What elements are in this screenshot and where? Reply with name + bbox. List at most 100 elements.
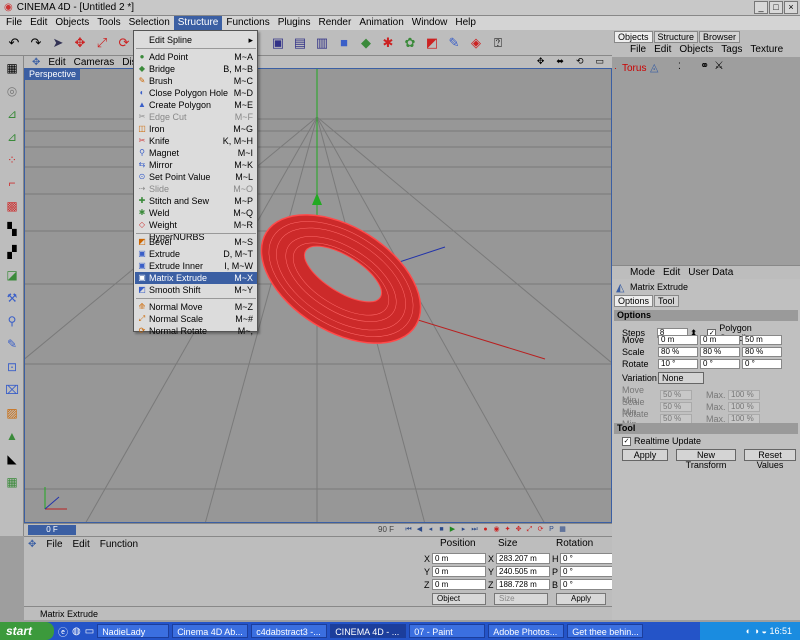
menu-functions[interactable]: Functions <box>222 16 273 30</box>
close-button[interactable]: × <box>784 1 798 14</box>
menu-item-mirror[interactable]: ⇆ Mirror M~K <box>135 159 257 171</box>
iron-tool-icon[interactable]: ⌧ <box>1 379 23 401</box>
menu-item-edit-spline[interactable]: Edit Spline ▸ <box>135 34 257 46</box>
move-x-field[interactable]: 0 m <box>658 335 698 345</box>
taskbar-item-5[interactable]: Adobe Photos... <box>488 624 565 638</box>
material-menu-edit[interactable]: Edit <box>73 539 90 550</box>
move-z-field[interactable]: 50 m <box>742 335 782 345</box>
phong-tag-icon[interactable]: ⚭ <box>700 59 709 72</box>
play-icon[interactable]: ▶ <box>448 525 457 534</box>
position-z-field[interactable]: 0 m <box>432 579 486 590</box>
menu-help[interactable]: Help <box>451 16 480 30</box>
move-y-field[interactable]: 0 m <box>700 335 740 345</box>
brush-tool-icon[interactable]: ✎ <box>1 333 23 355</box>
snap-icon[interactable]: ⊡ <box>1 356 23 378</box>
menu-item-set-point-value[interactable]: ⊙ Set Point Value M~L <box>135 171 257 183</box>
points-mode-icon[interactable]: ⁘ <box>1 149 23 171</box>
object-menu-texture[interactable]: Texture <box>750 43 783 57</box>
autokey-icon[interactable]: ◉ <box>492 525 501 534</box>
render-view-icon[interactable]: ▤ <box>290 33 310 53</box>
quicklaunch-media-icon[interactable]: ◍ <box>72 626 81 637</box>
checker2-icon[interactable]: ▞ <box>1 241 23 263</box>
tab-browser[interactable]: Browser <box>699 31 741 43</box>
minimize-button[interactable]: _ <box>754 1 768 14</box>
rotation-key-icon[interactable]: ⟳ <box>536 525 545 534</box>
redo-icon[interactable]: ↷ <box>26 33 46 53</box>
texture-axis-icon[interactable]: ⊿ <box>1 126 23 148</box>
layout-icon[interactable]: ▦ <box>1 57 23 79</box>
render-region-icon[interactable]: ▣ <box>268 33 288 53</box>
menu-render[interactable]: Render <box>315 16 356 30</box>
menu-item-bridge[interactable]: ◆ Bridge B, M~B <box>135 63 257 75</box>
object-menu-edit[interactable]: Edit <box>654 43 671 57</box>
maximize-view-icon[interactable]: ▭ <box>591 56 608 67</box>
help-icon[interactable]: ⍰ <box>488 33 508 53</box>
perspective-viewport[interactable]: Perspective <box>24 68 612 523</box>
pan-icon[interactable]: ✥ <box>533 56 549 67</box>
dolly-icon[interactable]: ⬌ <box>552 56 568 67</box>
checker-icon[interactable]: ▚ <box>1 218 23 240</box>
object-menu-tags[interactable]: Tags <box>721 43 742 57</box>
menu-item-stitch-and-sew[interactable]: ✚ Stitch and Sew M~P <box>135 195 257 207</box>
menu-item-smooth-shift[interactable]: ◩ Smooth Shift M~Y <box>135 284 257 296</box>
menu-item-slide[interactable]: ⇢ Slide M~O <box>135 183 257 195</box>
polygons-mode-icon[interactable]: ▩ <box>1 195 23 217</box>
start-button[interactable]: start <box>0 622 54 640</box>
menu-item-matrix-extrude[interactable]: ▣ Matrix Extrude M~X <box>135 272 257 284</box>
rotate-y-field[interactable]: 0 ° <box>700 359 740 369</box>
goto-end-icon[interactable]: ⏭ <box>470 525 479 534</box>
menu-tools[interactable]: Tools <box>93 16 124 30</box>
selection-tag-icon[interactable]: ⚔ <box>714 59 724 72</box>
rotation-p-field[interactable]: 0 ° <box>560 566 614 577</box>
record-icon[interactable]: ● <box>481 525 490 534</box>
render-picture-icon[interactable]: ▥ <box>312 33 332 53</box>
menu-item-weight-hypernurbs[interactable]: ◇ Weight HyperNURBS M~R <box>135 219 257 242</box>
menu-item-close-polygon-hole[interactable]: ◐ Close Polygon Hole M~D <box>135 87 257 99</box>
attr-menu-edit[interactable]: Edit <box>663 266 680 279</box>
object-menu-file[interactable]: File <box>630 43 646 57</box>
size-y-field[interactable]: 240.505 m <box>496 566 550 577</box>
tweak-icon[interactable]: ◪ <box>1 264 23 286</box>
menu-item-brush[interactable]: ✎ Brush M~C <box>135 75 257 87</box>
array-icon[interactable]: ✱ <box>378 33 398 53</box>
menu-item-iron[interactable]: ◫ Iron M~G <box>135 123 257 135</box>
next-frame-icon[interactable]: ▸ <box>459 525 468 534</box>
taskbar-item-1[interactable]: Cinema 4D Ab... <box>172 624 249 638</box>
sculpt-icon[interactable]: ◣ <box>1 448 23 470</box>
prev-frame-icon[interactable]: ◂ <box>426 525 435 534</box>
prev-key-icon[interactable]: ◀ <box>415 525 424 534</box>
taskbar-item-0[interactable]: NadieLady <box>97 624 170 638</box>
param-key-icon[interactable]: P <box>547 525 556 534</box>
quicklaunch-ie-icon[interactable]: ⓔ <box>58 624 68 639</box>
rotation-h-field[interactable]: 0 ° <box>560 553 614 564</box>
menu-item-normal-rotate[interactable]: ⟳ Normal Rotate M~, <box>135 325 257 337</box>
material-menu-function[interactable]: Function <box>100 539 138 550</box>
soft-selection-icon[interactable]: ▲ <box>1 425 23 447</box>
viewport-menu-edit[interactable]: Edit <box>44 57 69 68</box>
scale-x-field[interactable]: 80 % <box>658 347 698 357</box>
menu-window[interactable]: Window <box>408 16 452 30</box>
menu-objects[interactable]: Objects <box>51 16 93 30</box>
apply-button[interactable]: Apply <box>622 449 668 461</box>
object-menu-objects[interactable]: Objects <box>679 43 713 57</box>
stop-icon[interactable]: ■ <box>437 525 446 534</box>
new-transform-button[interactable]: New Transform <box>676 449 736 470</box>
attr-tab-options[interactable]: Options <box>614 295 654 307</box>
menu-item-extrude[interactable]: ▣ Extrude D, M~T <box>135 248 257 260</box>
timeline[interactable]: 0 F 90 F ⏮ ◀ ◂ ■ ▶ ▸ ⏭ ● ◉ ✦ ✥ ⤢ ⟳ P ▦ <box>24 523 612 536</box>
coord-mode-select[interactable]: Object <box>432 593 486 605</box>
rotate-x-field[interactable]: 10 ° <box>658 359 698 369</box>
variation-select[interactable]: None <box>658 372 704 384</box>
material-menu-file[interactable]: File <box>46 539 62 550</box>
deformer-icon[interactable]: ✿ <box>400 33 420 53</box>
nurbs-icon[interactable]: ◆ <box>356 33 376 53</box>
scale-tool-icon[interactable]: ⤢ <box>92 33 112 53</box>
menu-item-extrude-inner[interactable]: ▣ Extrude Inner I, M~W <box>135 260 257 272</box>
pla-key-icon[interactable]: ▦ <box>558 525 567 534</box>
light-icon[interactable]: ✎ <box>444 33 464 53</box>
menu-file[interactable]: File <box>2 16 26 30</box>
menu-item-bevel[interactable]: ◩ Bevel M~S <box>135 236 257 248</box>
goto-start-icon[interactable]: ⏮ <box>404 525 413 534</box>
coord-apply-button[interactable]: Apply <box>556 593 606 605</box>
viewport-menu-cameras[interactable]: Cameras <box>70 57 119 68</box>
